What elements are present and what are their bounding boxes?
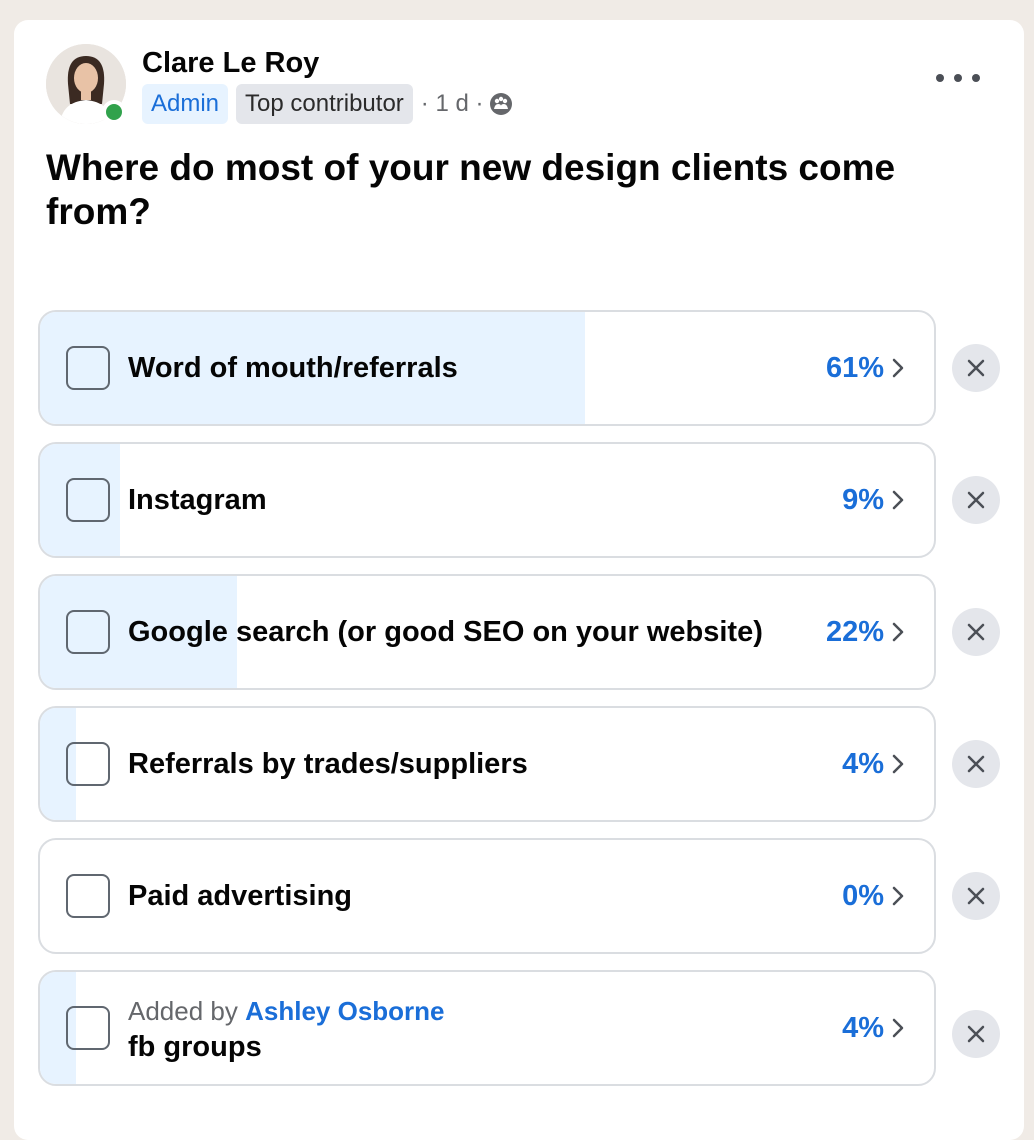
- option-percent: 4%: [842, 1011, 884, 1044]
- option-result[interactable]: 0%: [842, 840, 906, 952]
- chevron-right-icon: [892, 358, 904, 378]
- option-result[interactable]: 61%: [826, 312, 906, 424]
- remove-option-button[interactable]: [952, 740, 1000, 788]
- option-result[interactable]: 22%: [826, 576, 906, 688]
- more-options-button[interactable]: [936, 66, 980, 90]
- poll-option[interactable]: Paid advertising 0%: [38, 838, 936, 954]
- post-card: Clare Le Roy Admin Top contributor · 1 d…: [14, 20, 1024, 1140]
- added-by-line: Added by Ashley Osborne: [128, 994, 445, 1028]
- poll-option[interactable]: Instagram 9%: [38, 442, 936, 558]
- close-icon: [967, 491, 985, 509]
- poll-option[interactable]: Word of mouth/referrals 61%: [38, 310, 936, 426]
- option-label: Instagram: [128, 484, 267, 516]
- added-by-prefix: Added by: [128, 996, 238, 1026]
- more-dot-icon: [972, 74, 980, 82]
- more-dot-icon: [954, 74, 962, 82]
- option-checkbox[interactable]: [66, 346, 110, 390]
- option-percent: 61%: [825, 351, 884, 384]
- chevron-right-icon: [892, 754, 904, 774]
- top-contributor-badge[interactable]: Top contributor: [236, 84, 413, 124]
- option-percent: 0%: [842, 879, 884, 912]
- admin-badge[interactable]: Admin: [142, 84, 229, 124]
- post-time-audience: · 1 d ·: [421, 90, 514, 118]
- option-percent: 22%: [825, 615, 884, 648]
- option-checkbox[interactable]: [66, 478, 110, 522]
- option-percent: 4%: [842, 747, 884, 780]
- remove-option-button[interactable]: [952, 1010, 1000, 1058]
- poll-option[interactable]: Google search (or good SEO on your websi…: [38, 574, 936, 690]
- option-label: Google search (or good SEO on your websi…: [128, 616, 763, 648]
- option-label: Paid advertising: [128, 880, 353, 912]
- option-label: fb groups: [128, 1031, 262, 1063]
- online-status-dot: [102, 100, 126, 124]
- post-time[interactable]: · 1 d ·: [421, 90, 484, 118]
- option-label-group: Added by Ashley Osborne fb groups: [128, 994, 445, 1066]
- option-label: Referrals by trades/suppliers: [128, 748, 528, 780]
- close-icon: [967, 887, 985, 905]
- close-icon: [967, 359, 985, 377]
- author-name[interactable]: Clare Le Roy: [142, 47, 319, 80]
- close-icon: [967, 755, 985, 773]
- remove-option-button[interactable]: [952, 476, 1000, 524]
- option-result[interactable]: 4%: [842, 708, 906, 820]
- option-percent: 9%: [842, 483, 884, 516]
- remove-option-button[interactable]: [952, 872, 1000, 920]
- chevron-right-icon: [892, 622, 904, 642]
- option-label: Word of mouth/referrals: [128, 352, 458, 384]
- poll-option[interactable]: Referrals by trades/suppliers 4%: [38, 706, 936, 822]
- option-result[interactable]: 9%: [842, 444, 906, 556]
- option-checkbox[interactable]: [66, 874, 110, 918]
- remove-option-button[interactable]: [952, 608, 1000, 656]
- added-by-name[interactable]: Ashley Osborne: [245, 996, 444, 1026]
- more-dot-icon: [936, 74, 944, 82]
- group-icon[interactable]: [489, 92, 513, 116]
- remove-option-button[interactable]: [952, 344, 1000, 392]
- poll-option[interactable]: Added by Ashley Osborne fb groups 4%: [38, 970, 936, 1086]
- option-checkbox[interactable]: [66, 1006, 110, 1050]
- option-result[interactable]: 4%: [842, 972, 906, 1084]
- close-icon: [967, 1025, 985, 1043]
- close-icon: [967, 623, 985, 641]
- poll-question: Where do most of your new design clients…: [46, 147, 896, 232]
- chevron-right-icon: [892, 886, 904, 906]
- option-checkbox[interactable]: [66, 610, 110, 654]
- chevron-right-icon: [892, 490, 904, 510]
- post-meta: Admin Top contributor · 1 d ·: [142, 84, 513, 124]
- chevron-right-icon: [892, 1018, 904, 1038]
- option-checkbox[interactable]: [66, 742, 110, 786]
